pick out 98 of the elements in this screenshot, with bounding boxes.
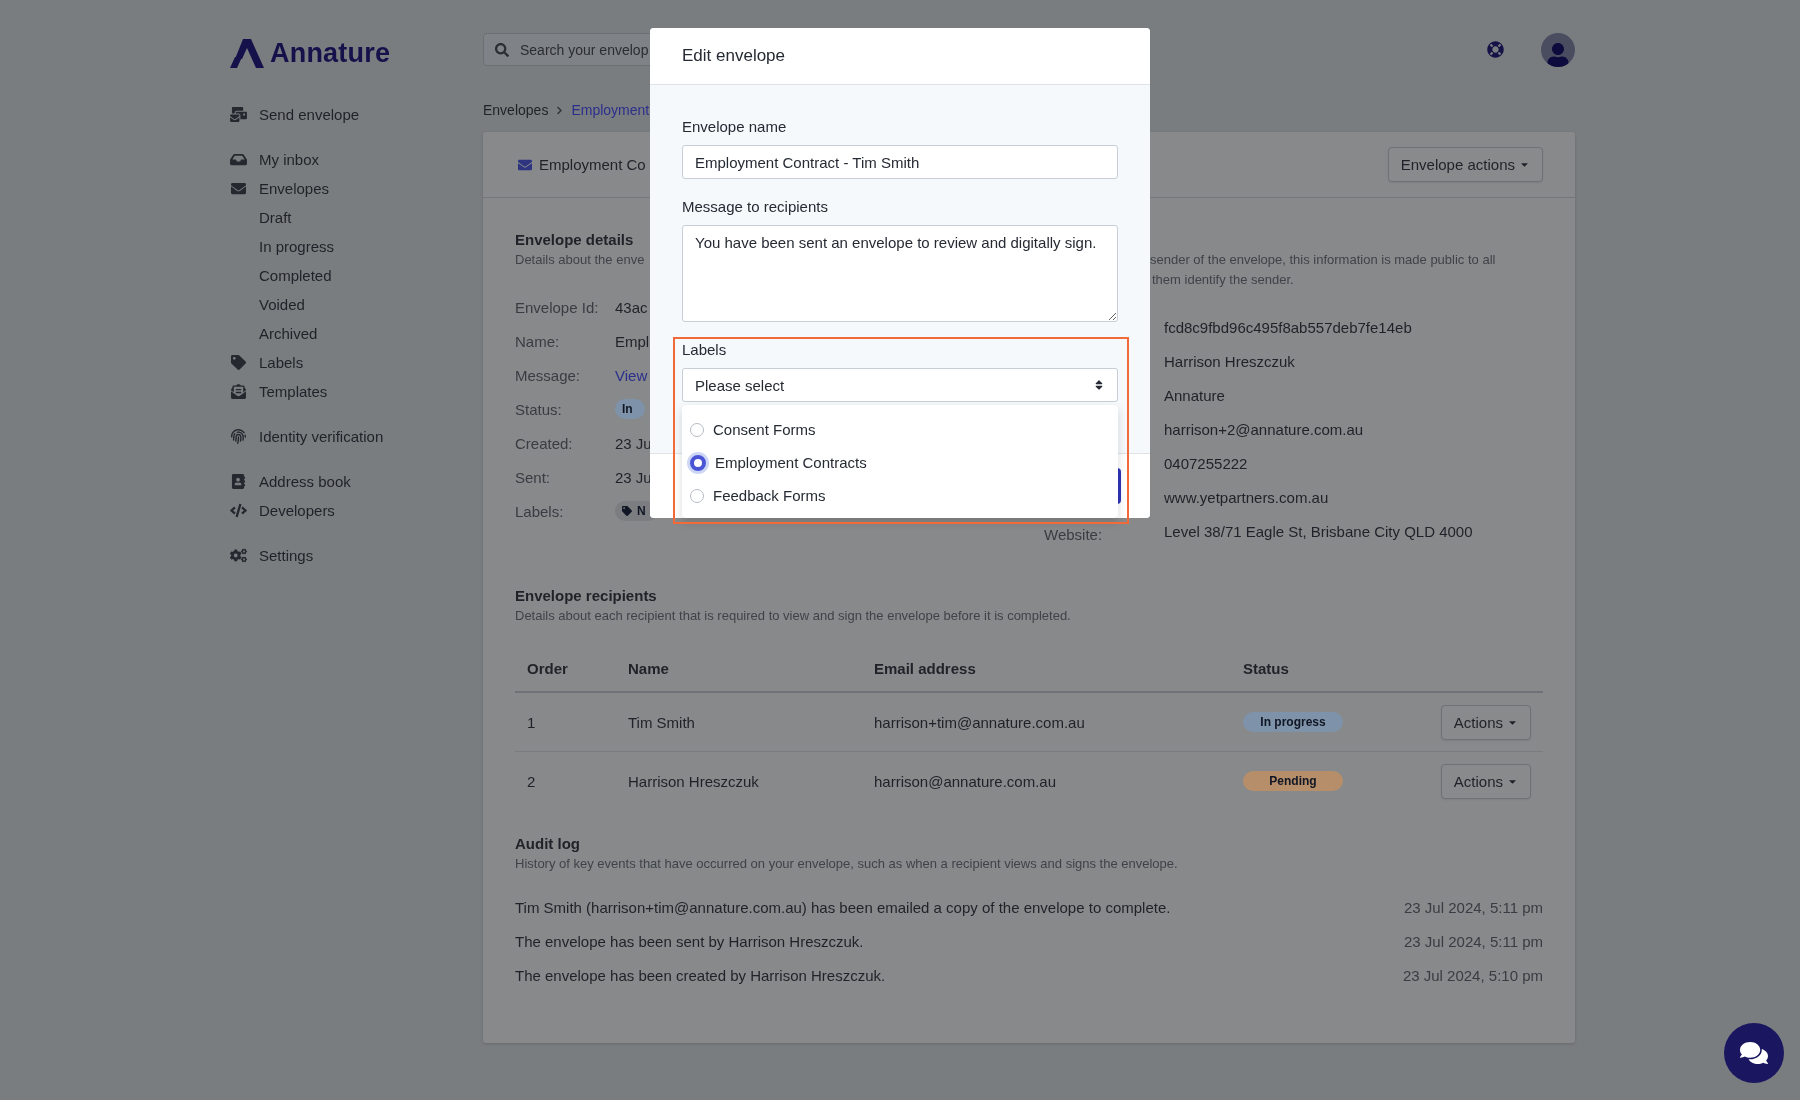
dialog-title: Edit envelope (682, 46, 786, 66)
status-badge: In (615, 399, 645, 419)
log-entry: Tim Smith (harrison+tim@annature.com.au) has been emailed a copy of the envelope to complete. (515, 898, 1171, 916)
search-icon (495, 43, 509, 57)
field-label: Message to recipients (682, 197, 829, 217)
log-entry: The envelope has been created by Harrison Hreszczuk. (515, 966, 886, 984)
fingerprint-icon (230, 429, 247, 444)
radio-button[interactable] (690, 488, 704, 503)
sidebar-subitem[interactable]: Completed (230, 261, 332, 290)
breadcrumb-link[interactable]: Employment (571, 102, 650, 118)
logo-mark-icon (230, 38, 264, 68)
field-label: Envelope name (682, 117, 788, 137)
table-cell-text: harrison@annature.com.au (873, 772, 1057, 790)
sidebar-item[interactable]: Labels (230, 348, 304, 377)
detail-label: Message: (515, 366, 582, 384)
table-cell-text: harrison+tim@annature.com.au (873, 713, 1086, 731)
table-cell-text: 2 (526, 772, 537, 790)
section-title: Envelope details (515, 230, 634, 250)
envelope-stack-icon (230, 107, 247, 122)
detail-value: Annature (1164, 386, 1225, 404)
table-cell-text: Harrison Hreszczuk (627, 772, 760, 790)
avatar-icon[interactable] (1541, 32, 1575, 67)
sidebar-item[interactable]: Templates (230, 377, 328, 406)
detail-value: harrison+2@annature.com.au (1164, 420, 1364, 438)
detail-value: fcd8c9fbd96c495f8ab557deb7fe14eb (1164, 318, 1412, 336)
detail-label: Website: (1044, 524, 1103, 543)
sidebar-item[interactable]: Developers (230, 496, 335, 525)
select-field[interactable]: Please select (682, 368, 1118, 402)
sidebar-item[interactable]: Settings (230, 541, 314, 570)
detail-value: Empl (615, 332, 650, 350)
detail-value: 0407255222 (1164, 454, 1248, 472)
sidebar-item[interactable]: Send envelope (230, 100, 360, 129)
sidebar-item[interactable]: My inbox (230, 145, 320, 174)
section-description: sender of the envelope, this information is made public to all (1150, 251, 1496, 269)
actions-button[interactable]: Actions (1440, 763, 1531, 799)
detail-label: Created: (515, 434, 574, 452)
actions-button[interactable]: Actions (1440, 704, 1531, 740)
envelope-icon (517, 157, 533, 172)
detail-value: Level 38/71 Eagle St, Brisbane City QLD 4000 (1164, 522, 1473, 540)
section-description: them identify the sender. (1152, 271, 1294, 289)
column-header: Email address (873, 659, 977, 677)
chat-icon (1740, 1039, 1768, 1067)
input-field[interactable]: Employment Contract - Tim Smith (682, 145, 1118, 179)
detail-label: Envelope Id: (515, 298, 600, 316)
sort-icon (1093, 379, 1105, 391)
dropdown-option[interactable]: Employment Contracts (682, 446, 867, 479)
tag-icon (622, 506, 632, 516)
field-label: Labels (682, 340, 728, 360)
detail-value: www.yetpartners.com.au (1164, 488, 1329, 506)
breadcrumb-link[interactable]: Envelopes (483, 102, 549, 118)
column-header: Name (627, 659, 670, 677)
table-cell-text: 1 (526, 713, 537, 731)
envelope-icon (230, 181, 247, 196)
radio-button[interactable] (690, 422, 704, 437)
detail-value: 43ac (615, 298, 648, 316)
chevron-icon (555, 105, 565, 115)
sidebar-item[interactable]: Address book (230, 467, 351, 496)
detail-label: Sent: (515, 468, 552, 486)
section-description: Details about each recipient that is required to view and sign the envelope before it is completed. (515, 607, 1071, 625)
detail-label: Labels: (515, 502, 565, 520)
section-description: Details about the enve (515, 251, 645, 269)
log-time: 23 Jul 2024, 5:11 pm (1404, 898, 1543, 916)
address-book-icon (230, 474, 247, 489)
sidebar-subitem[interactable]: In progress (230, 232, 335, 261)
envelope-actions-button[interactable]: Envelope actions (1387, 147, 1543, 182)
chat-button[interactable] (1724, 1023, 1784, 1083)
settings-icon (230, 548, 247, 563)
brand-name: Annature (270, 37, 391, 69)
table-cell-text: Tim Smith (627, 713, 696, 731)
card-title: Employment Co (539, 156, 646, 173)
code-icon (230, 503, 247, 518)
message-field[interactable]: You have been sent an envelope to review and digitally sign. (682, 225, 1118, 322)
log-entry: The envelope has been sent by Harrison Hreszczuk. (515, 932, 864, 950)
section-description: History of key events that have occurred on your envelope, such as when a recipient views and signs the envelope. (515, 855, 1178, 873)
column-header: Order (526, 659, 569, 677)
detail-label: Status: (515, 400, 563, 418)
inbox-icon (230, 152, 247, 167)
radio-button[interactable] (690, 454, 706, 471)
sidebar-item[interactable]: Envelopes (230, 174, 330, 203)
log-time: 23 Jul 2024, 5:10 pm (1402, 966, 1543, 984)
sidebar-subitem[interactable]: Archived (230, 319, 318, 348)
section-title: Envelope recipients (515, 586, 657, 606)
sidebar-item[interactable]: Identity verification (230, 422, 384, 451)
detail-value: Harrison Hreszczuk (1164, 352, 1295, 370)
status-badge: Pending (1243, 771, 1343, 791)
sidebar-subitem[interactable]: Voided (230, 290, 305, 319)
section-title: Audit log (515, 834, 580, 854)
tag-icon (230, 355, 247, 370)
sidebar-subitem[interactable]: Draft (230, 203, 292, 232)
open-envelope-icon (230, 384, 247, 399)
view-link[interactable]: View (615, 366, 648, 384)
dropdown-option[interactable]: Feedback Forms (682, 479, 826, 512)
dropdown-option[interactable]: Consent Forms (682, 413, 816, 446)
status-badge: In progress (1243, 712, 1343, 732)
detail-label: Name: (515, 332, 561, 350)
lifebuoy-icon[interactable] (1487, 41, 1504, 58)
column-header: Status (1242, 659, 1290, 677)
log-time: 23 Jul 2024, 5:11 pm (1404, 932, 1543, 950)
